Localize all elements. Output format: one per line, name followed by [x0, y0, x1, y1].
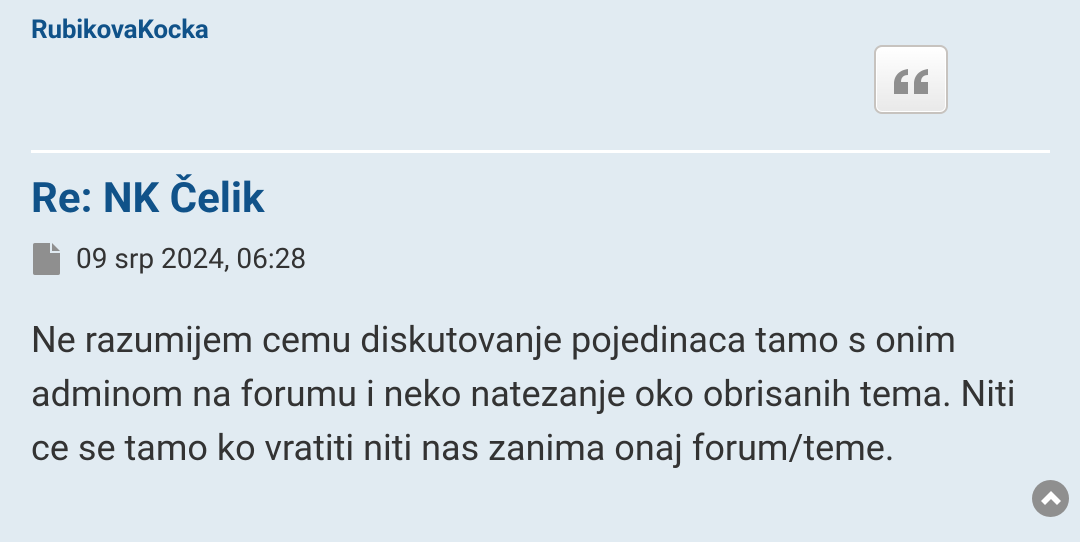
- post-date: 09 srp 2024, 06:28: [76, 242, 307, 275]
- back-to-top-button[interactable]: [1032, 480, 1069, 517]
- post-title[interactable]: Re: NK Čelik: [31, 174, 264, 224]
- file-icon[interactable]: [33, 242, 60, 275]
- post-content: Ne razumijem cemu diskutovanje pojedinac…: [31, 319, 1016, 469]
- quote-button[interactable]: [874, 45, 948, 114]
- chevron-up-icon: [1040, 490, 1061, 505]
- post-meta: 09 srp 2024, 06:28: [33, 242, 306, 275]
- quote-icon: [894, 68, 928, 94]
- post-divider: [31, 150, 1050, 153]
- post-author-link[interactable]: RubikovaKocka: [31, 15, 209, 45]
